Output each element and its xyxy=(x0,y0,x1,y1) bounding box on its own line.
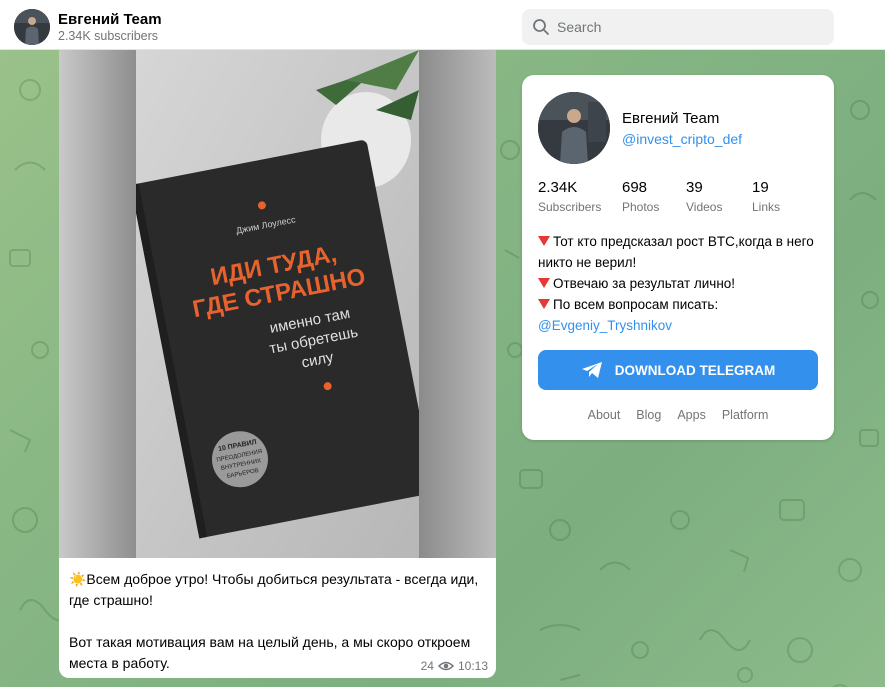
channel-description: Тот кто предсказал рост BTC,когда в него… xyxy=(538,231,823,336)
stat-subscribers[interactable]: 2.34K Subscribers xyxy=(538,179,622,214)
footer-link-about[interactable]: About xyxy=(588,408,621,422)
search-placeholder: Search xyxy=(557,19,602,35)
channel-stats: 2.34K Subscribers 698 Photos 39 Videos 1… xyxy=(538,179,836,214)
search-icon xyxy=(533,19,549,35)
footer-link-apps[interactable]: Apps xyxy=(677,408,706,422)
avatar-photo-icon xyxy=(538,92,610,164)
bio-line-3: По всем вопросам писать: xyxy=(553,297,719,312)
footer-links: About Blog Apps Platform xyxy=(522,408,834,422)
stat-videos[interactable]: 39 Videos xyxy=(686,179,752,214)
post-meta: 24 10:13 xyxy=(421,659,488,673)
footer-link-platform[interactable]: Platform xyxy=(722,408,769,422)
stat-label: Photos xyxy=(622,200,660,214)
bio-line-1: Тот кто предсказал рост BTC,когда в него… xyxy=(538,234,814,270)
red-triangle-icon xyxy=(538,278,550,288)
channel-avatar-large[interactable] xyxy=(538,92,610,164)
red-triangle-icon xyxy=(538,236,550,246)
stat-links[interactable]: 19 Links xyxy=(752,179,836,214)
book-photo: Джим Лоулесс ИДИ ТУДА, ГДЕ СТРАШНО именн… xyxy=(136,50,419,558)
stat-value: 698 xyxy=(622,179,648,196)
channel-post: Джим Лоулесс ИДИ ТУДА, ГДЕ СТРАШНО именн… xyxy=(59,50,496,678)
download-telegram-button[interactable]: DOWNLOAD TELEGRAM xyxy=(538,350,818,390)
eye-icon xyxy=(437,661,454,671)
download-button-label: DOWNLOAD TELEGRAM xyxy=(614,362,776,378)
subscriber-count: 2.34K subscribers xyxy=(58,29,159,43)
photo-blur-right xyxy=(419,50,496,558)
stat-photos[interactable]: 698 Photos xyxy=(622,179,686,214)
card-channel-title: Евгений Team xyxy=(622,110,720,127)
channel-info-card: Евгений Team @invest_cripto_def 2.34K Su… xyxy=(522,75,834,440)
post-time: 10:13 xyxy=(457,659,488,673)
stat-label: Videos xyxy=(686,200,723,214)
stat-label: Subscribers xyxy=(538,200,602,214)
avatar-photo-icon xyxy=(14,9,50,45)
stat-value: 39 xyxy=(686,179,703,196)
channel-title[interactable]: Евгений Team xyxy=(58,11,162,28)
channel-avatar[interactable] xyxy=(14,9,50,45)
contact-username-link[interactable]: @Evgeniy_Tryshnikov xyxy=(538,318,672,333)
channel-handle-link[interactable]: @invest_cripto_def xyxy=(622,131,742,147)
red-triangle-icon xyxy=(538,299,550,309)
stat-value: 19 xyxy=(752,179,769,196)
post-photo[interactable]: Джим Лоулесс ИДИ ТУДА, ГДЕ СТРАШНО именн… xyxy=(59,50,496,558)
post-text-paragraph-1: ☀️Всем доброе утро! Чтобы добиться резул… xyxy=(69,571,479,608)
search-input[interactable]: Search xyxy=(522,9,834,45)
bio-line-2: Отвечаю за результат лично! xyxy=(553,276,736,291)
telegram-plane-icon xyxy=(581,362,602,378)
stat-label: Links xyxy=(752,200,781,214)
view-count: 24 xyxy=(420,659,434,673)
chat-header: Евгений Team 2.34K subscribers Search xyxy=(0,0,885,50)
photo-blur-left xyxy=(59,50,136,558)
footer-link-blog[interactable]: Blog xyxy=(636,408,661,422)
stat-value: 2.34K xyxy=(538,179,578,196)
